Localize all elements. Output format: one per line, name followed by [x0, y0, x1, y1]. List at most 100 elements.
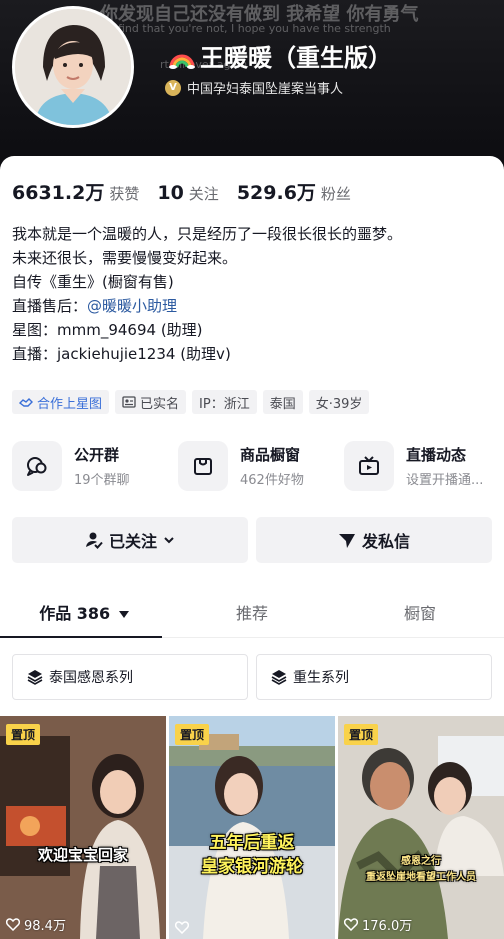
live-tv-icon [359, 456, 379, 475]
verification-line: V 中国孕妇泰国坠崖案当事人 [165, 78, 343, 97]
chevron-down-icon [164, 537, 174, 544]
following-label[interactable]: 关注 [189, 183, 219, 204]
feature-subtitle: 设置开播通... [406, 473, 484, 488]
followers-count[interactable]: 529.6万 [237, 178, 316, 205]
series-thailand-gratitude[interactable]: 泰国感恩系列 [12, 654, 248, 700]
user-check-icon [85, 532, 103, 549]
video-likes [175, 921, 193, 934]
banner-quote-line-en: find that you're not, I hope you have th… [118, 22, 391, 35]
feature-text: 公开群 19个群聊 [74, 444, 130, 488]
country-tag: 泰国 [262, 390, 303, 414]
avatar[interactable] [12, 6, 134, 128]
layers-icon [27, 670, 43, 685]
bio-line: 星图：mmm_94694 (助理) [12, 321, 203, 339]
real-name-tag-label: 已实名 [140, 396, 180, 412]
feature-subtitle: 19个群聊 [74, 473, 130, 488]
video-caption: 五年后重返 [209, 833, 295, 853]
content-tabs: 作品 386 推荐 橱窗 [0, 586, 504, 638]
country-tag-label: 泰国 [269, 396, 296, 412]
heart-icon [175, 921, 189, 934]
video-thumbnail[interactable]: 置顶 欢迎宝宝回家 98.4万 [0, 716, 166, 939]
handshake-icon [19, 398, 33, 407]
tab-works[interactable]: 作品 386 [0, 586, 168, 638]
ip-tag: IP：浙江 [192, 390, 257, 414]
gender-age-tag: 女·39岁 [308, 390, 370, 414]
series-label: 泰国感恩系列 [49, 670, 133, 686]
profile-name: 王暖暖（重生版） [168, 38, 392, 73]
feature-shop-window[interactable]: 商品橱窗 462件好物 [178, 440, 344, 492]
heart-icon [6, 918, 20, 931]
tab-recommend[interactable]: 推荐 [168, 586, 336, 637]
video-likes-count: 176.0万 [362, 919, 413, 934]
bio: 我本就是一个温暖的人，只是经历了一段很长很长的噩梦。 未来还很长，需要慢慢变好起… [12, 222, 492, 366]
bio-line: 未来还很长，需要慢慢变好起来。 [12, 249, 238, 267]
bio-line: 自传《重生》(橱窗有售) [12, 273, 174, 291]
bio-line: 我本就是一个温暖的人，只是经历了一段很长很长的噩梦。 [12, 225, 403, 243]
feature-icon-box [344, 441, 394, 491]
action-row: 已关注 发私信 [12, 517, 492, 563]
feature-title: 公开群 [74, 446, 120, 464]
likes-count: 6631.2万 [12, 182, 105, 204]
likes-label: 获赞 [109, 185, 140, 203]
feature-live-updates[interactable]: 直播动态 设置开播通... [344, 440, 504, 492]
tab-window-label: 橱窗 [403, 604, 436, 623]
feature-text: 直播动态 设置开播通... [406, 444, 483, 488]
tab-window[interactable]: 橱窗 [336, 586, 504, 637]
tab-recommend-label: 推荐 [235, 604, 268, 623]
following-count[interactable]: 10 [157, 182, 183, 204]
feature-public-group[interactable]: 公开群 19个群聊 [12, 440, 178, 492]
feature-subtitle: 462件好物 [240, 473, 304, 488]
rainbow-icon [169, 54, 195, 69]
video-caption: 重返坠崖地看望工作人员 [366, 872, 476, 883]
avatar-portrait [15, 9, 131, 125]
pinned-badge: 置顶 [6, 724, 41, 745]
tab-works-label: 作品 386 [39, 604, 111, 623]
shop-window-icon [194, 458, 212, 475]
bio-line: 直播：jackiehujie1234 (助理v) [12, 345, 231, 363]
bio-line-prefix: 直播售后： [12, 297, 88, 315]
followed-button[interactable]: 已关注 [12, 517, 248, 563]
feature-icon-box [178, 441, 228, 491]
video-cover-image [338, 716, 504, 939]
followers-label[interactable]: 粉丝 [321, 183, 351, 204]
heart-icon [344, 918, 358, 931]
series-row: 泰国感恩系列 重生系列 [12, 654, 492, 700]
video-likes: 176.0万 [344, 915, 412, 934]
video-cover-image [0, 716, 166, 939]
video-likes: 98.4万 [6, 915, 66, 934]
gender-age-tag-label: 女·39岁 [315, 396, 363, 412]
stats-row: 6631.2万 获赞 10 关注 529.6万 粉丝 [12, 178, 369, 205]
bio-line: 直播售后：@暖暖小助理 [12, 294, 492, 318]
assistant-mention-link[interactable]: @暖暖小助理 [87, 297, 177, 315]
cooperation-tag[interactable]: 合作上星图 [12, 390, 110, 414]
profile-card: 6631.2万 获赞 10 关注 529.6万 粉丝 我本就是一个温暖的人，只是… [0, 156, 504, 939]
series-label: 重生系列 [293, 670, 349, 686]
real-name-tag[interactable]: 已实名 [115, 390, 187, 414]
send-message-button[interactable]: 发私信 [256, 517, 492, 563]
send-message-button-label: 发私信 [361, 532, 410, 551]
group-chat-icon [27, 457, 47, 476]
cooperation-tag-label: 合作上星图 [37, 396, 103, 412]
profile-name-text: 王暖暖（重生版） [200, 44, 392, 72]
series-rebirth[interactable]: 重生系列 [256, 654, 492, 700]
video-thumbnail[interactable]: 置顶 五年后重返 皇家银河游轮 [169, 716, 335, 939]
tag-row: 合作上星图 已实名 IP：浙江 泰国 女·39岁 [12, 390, 370, 414]
video-caption: 感恩之行 [401, 856, 441, 867]
video-likes-count: 98.4万 [24, 919, 66, 934]
pinned-badge: 置顶 [175, 724, 210, 745]
id-card-icon [122, 396, 136, 408]
layers-icon [271, 670, 287, 685]
feature-row: 公开群 19个群聊 商品橱窗 462件好物 直播动态 设置开播通... [12, 440, 504, 492]
verified-badge-icon: V [165, 79, 181, 96]
feature-text: 商品橱窗 462件好物 [240, 444, 304, 488]
feature-title: 商品橱窗 [240, 446, 301, 464]
ip-tag-label: IP：浙江 [199, 396, 250, 412]
caret-down-icon [118, 611, 129, 618]
pinned-badge: 置顶 [344, 724, 379, 745]
verification-text: 中国孕妇泰国坠崖案当事人 [187, 82, 344, 97]
video-grid: 置顶 欢迎宝宝回家 98.4万 置顶 五年后重返 皇家银河游轮 置顶 感恩之行 … [0, 716, 504, 939]
video-caption: 皇家银河游轮 [201, 857, 303, 877]
feature-title: 直播动态 [406, 446, 467, 464]
video-thumbnail[interactable]: 置顶 感恩之行 重返坠崖地看望工作人员 176.0万 [338, 716, 504, 939]
feature-icon-box [12, 441, 62, 491]
